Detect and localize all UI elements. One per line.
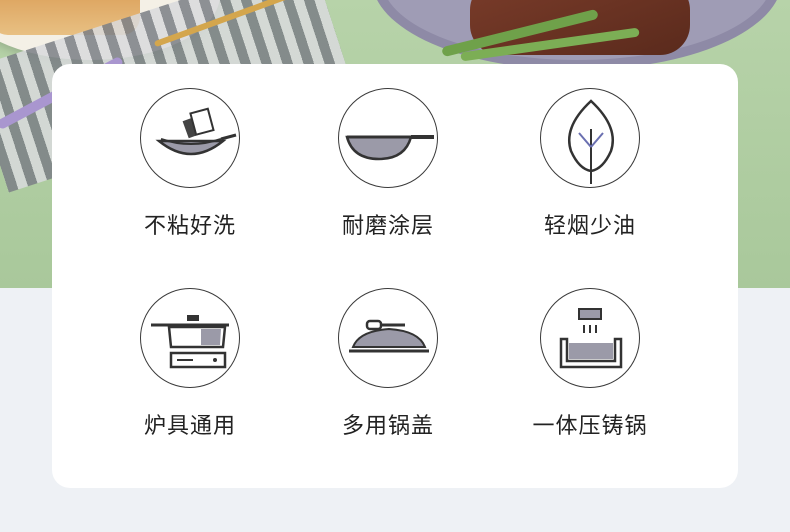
feature-label: 耐磨涂层 [341, 214, 434, 239]
stove-pot-icon [140, 288, 240, 388]
feature-wear-resistant: 耐磨涂层 [288, 88, 488, 240]
feature-all-stoves: 炉具通用 [90, 288, 290, 440]
wok-coating-icon [338, 88, 438, 188]
feature-multi-lid: 多用锅盖 [288, 288, 488, 440]
leaf-icon [540, 88, 640, 188]
pan-lid-icon [338, 288, 438, 388]
feature-label: 不粘好洗 [143, 214, 236, 239]
die-cast-pan-icon [540, 288, 640, 388]
feature-label: 轻烟少油 [543, 214, 636, 239]
feature-less-smoke: 轻烟少油 [490, 88, 690, 240]
non-stick-pan-icon [140, 88, 240, 188]
feature-non-stick: 不粘好洗 [90, 88, 290, 240]
feature-label: 炉具通用 [143, 414, 236, 439]
feature-label: 一体压铸锅 [532, 414, 648, 439]
feature-die-cast: 一体压铸锅 [490, 288, 690, 440]
features-card: 不粘好洗 耐磨涂层 轻烟少油 炉具通用 多用锅盖 一体压铸锅 [52, 64, 738, 488]
feature-label: 多用锅盖 [341, 414, 434, 439]
